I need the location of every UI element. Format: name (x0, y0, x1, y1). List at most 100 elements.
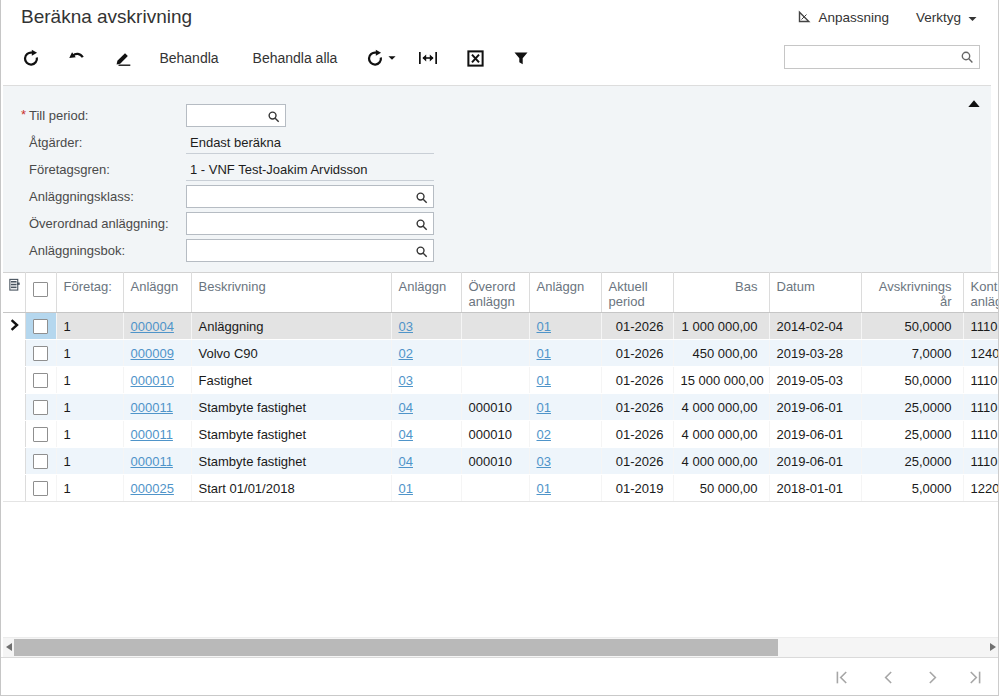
scroll-right-icon[interactable] (990, 643, 996, 651)
table-row[interactable]: 1000009Volvo C90020101-2026450 000,00201… (3, 340, 999, 367)
anlnr-link[interactable]: 000011 (131, 454, 173, 469)
field-label: Företagsgren: (29, 158, 110, 181)
cell-bok: 01 (529, 394, 601, 421)
col-header-bok[interactable]: Anläggn (529, 273, 601, 313)
cell-konto: 1240 (963, 340, 999, 367)
klass-link[interactable]: 03 (399, 319, 413, 334)
col-header-avskrar[interactable]: Avskrivnings år (861, 273, 963, 313)
cell-klass: 04 (391, 394, 461, 421)
cell-overord (461, 313, 529, 340)
bok-link[interactable]: 03 (537, 454, 551, 469)
col-header-beskrivning[interactable]: Beskrivning (191, 273, 391, 313)
customization-button[interactable]: Anpassning (796, 0, 889, 34)
col-header-period[interactable]: Aktuell period (601, 273, 673, 313)
row-checkbox[interactable] (33, 346, 48, 361)
edit-button[interactable] (111, 45, 135, 71)
col-header-anlnr[interactable]: Anläggn (123, 273, 191, 313)
col-header-overord[interactable]: Överord anläggn (461, 273, 529, 313)
horizontal-scrollbar[interactable] (3, 637, 999, 657)
prev-page-button[interactable] (878, 667, 898, 687)
row-checkbox[interactable] (33, 282, 48, 297)
scroll-left-icon[interactable] (6, 643, 12, 651)
export-excel-button[interactable] (462, 45, 488, 71)
row-checkbox[interactable] (33, 400, 48, 415)
cell-ind (3, 448, 25, 475)
bok-link[interactable]: 02 (537, 427, 551, 442)
first-page-button[interactable] (832, 667, 852, 687)
col-header-foretag[interactable]: Företag: (56, 273, 123, 313)
klass-link[interactable]: 03 (399, 373, 413, 388)
col-header-cb[interactable] (25, 273, 56, 313)
process-all-button[interactable]: Behandla alla (243, 45, 347, 71)
bok-link[interactable]: 01 (537, 481, 551, 496)
next-page-button[interactable] (922, 667, 942, 687)
klass-link[interactable]: 04 (399, 400, 413, 415)
anlaggningsbok-input[interactable] (190, 241, 414, 262)
col-header-klass[interactable]: Anläggn (391, 273, 461, 313)
table-row[interactable]: 1000025Start 01/01/2018010101-201950 000… (3, 475, 999, 502)
cell-bas: 450 000,00 (673, 340, 769, 367)
klass-link[interactable]: 04 (399, 427, 413, 442)
klass-link[interactable]: 02 (399, 346, 413, 361)
anlnr-link[interactable]: 000011 (131, 427, 173, 442)
col-header-konto[interactable]: Kont anläg (963, 273, 999, 313)
anlnr-link[interactable]: 000009 (131, 346, 174, 361)
fit-width-button[interactable] (415, 45, 441, 71)
cell-beskrivning: Start 01/01/2018 (191, 475, 391, 502)
process-refresh-icon (366, 49, 384, 67)
overordnad-anlaggning-field (186, 212, 434, 235)
lookup-icon[interactable] (267, 109, 280, 127)
cell-beskrivning: Anläggning (191, 313, 391, 340)
row-checkbox[interactable] (33, 373, 48, 388)
table-row[interactable]: 1000010Fastighet030101-202615 000 000,00… (3, 367, 999, 394)
refresh-button[interactable] (19, 45, 43, 71)
lookup-icon[interactable] (415, 244, 428, 262)
row-checkbox[interactable] (33, 427, 48, 442)
klass-link[interactable]: 04 (399, 454, 413, 469)
field-label: Anläggningsbok: (29, 239, 125, 262)
row-checkbox[interactable] (33, 454, 48, 469)
last-page-button[interactable] (964, 667, 984, 687)
table-row[interactable]: 1000011Stambyte fastighet040000100301-20… (3, 448, 999, 475)
anlnr-link[interactable]: 000004 (131, 319, 174, 334)
lookup-icon[interactable] (415, 217, 428, 235)
anlnr-link[interactable]: 000025 (131, 481, 174, 496)
table-row[interactable]: 1000004Anläggning030101-20261 000 000,00… (3, 313, 999, 340)
cell-anlnr: 000004 (123, 313, 191, 340)
field-label: Anläggningsklass: (29, 185, 134, 208)
anlnr-link[interactable]: 000010 (131, 373, 174, 388)
anlnr-link[interactable]: 000011 (131, 400, 173, 415)
cell-period: 01-2026 (601, 367, 673, 394)
cell-anlnr: 000011 (123, 421, 191, 448)
till-period-input[interactable] (190, 106, 266, 127)
bok-link[interactable]: 01 (537, 373, 551, 388)
cell-ind (3, 367, 25, 394)
anlaggningsklass-input[interactable] (190, 187, 414, 208)
klass-link[interactable]: 01 (399, 481, 413, 496)
row-checkbox[interactable] (33, 481, 48, 496)
collapse-panel-button[interactable] (967, 94, 987, 110)
cell-foretag: 1 (56, 313, 123, 340)
scrollbar-thumb[interactable] (14, 639, 778, 656)
cell-beskrivning: Stambyte fastighet (191, 421, 391, 448)
col-header-datum[interactable]: Datum (769, 273, 861, 313)
bok-link[interactable]: 01 (537, 346, 551, 361)
bok-link[interactable]: 01 (537, 400, 551, 415)
grid-table: Företag:AnläggnBeskrivningAnläggnÖverord… (3, 272, 999, 502)
cancel-button[interactable] (65, 45, 89, 71)
row-checkbox[interactable] (33, 319, 48, 334)
bok-link[interactable]: 01 (537, 319, 551, 334)
fit-width-icon (418, 50, 438, 66)
search-input[interactable] (789, 47, 961, 69)
cell-cb (25, 367, 56, 394)
col-header-bas[interactable]: Bas (673, 273, 769, 313)
schedule-button[interactable] (365, 45, 397, 71)
cell-bas: 15 000 000,00 (673, 367, 769, 394)
table-row[interactable]: 1000011Stambyte fastighet040000100201-20… (3, 421, 999, 448)
lookup-icon[interactable] (415, 190, 428, 208)
filter-button[interactable] (508, 45, 534, 71)
overordnad-anlaggning-input[interactable] (190, 214, 414, 235)
tools-menu[interactable]: Verktyg (916, 0, 977, 34)
table-row[interactable]: 1000011Stambyte fastighet040000100101-20… (3, 394, 999, 421)
process-button[interactable]: Behandla (153, 45, 225, 71)
